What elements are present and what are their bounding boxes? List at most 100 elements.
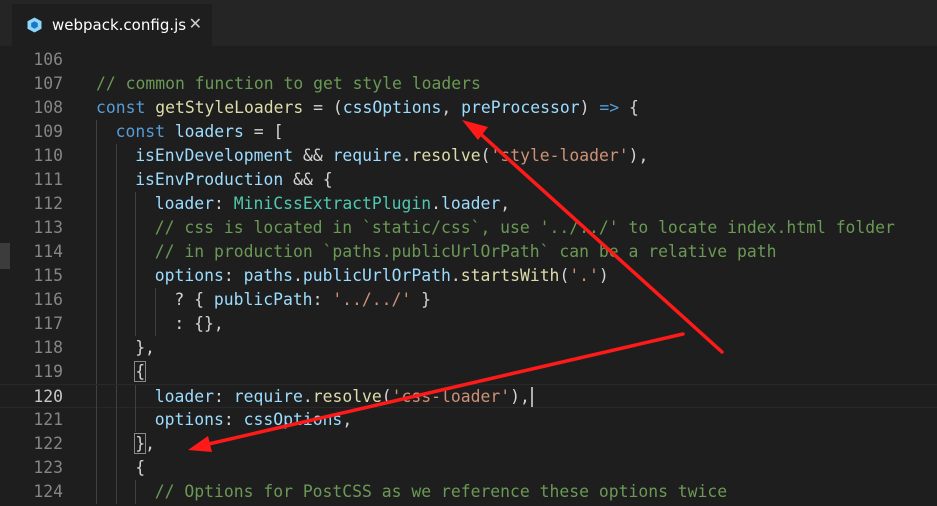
webpack-cube-icon xyxy=(26,17,42,33)
code-token: loader xyxy=(154,194,215,213)
code-token: , xyxy=(441,98,462,117)
code-token: . xyxy=(302,387,313,406)
close-icon[interactable]: ✕ xyxy=(189,15,202,33)
code-token: ( xyxy=(480,146,491,165)
indent-guide xyxy=(96,312,97,336)
indent-guide xyxy=(96,385,97,409)
code-token: preProcessor xyxy=(461,98,580,117)
code-token: { xyxy=(135,458,146,477)
code-line-111[interactable]: 111 isEnvProduction && { xyxy=(0,168,937,192)
code-line-110[interactable]: 110 isEnvDevelopment && require.resolve('… xyxy=(0,144,937,168)
line-number: 115 xyxy=(33,266,63,285)
indent-guide xyxy=(96,144,97,168)
code-token: ? { xyxy=(174,290,214,309)
code-text: { xyxy=(134,360,147,384)
indent-guide xyxy=(115,360,117,384)
indent-guide xyxy=(115,385,117,409)
tab-bar: webpack.config.js ✕ xyxy=(0,0,937,46)
line-number: 114 xyxy=(33,242,63,261)
code-line-124[interactable]: 124 // Options for PostCSS as we referenc… xyxy=(0,480,937,504)
indent-guide xyxy=(135,264,137,288)
line-number: 117 xyxy=(33,314,63,333)
indent-guide xyxy=(96,216,97,240)
code-line-112[interactable]: 112 loader: MiniCssExtractPlugin.loader, xyxy=(0,192,937,216)
code-text: options: paths.publicUrlOrPath.startsWit… xyxy=(155,264,609,288)
code-line-119[interactable]: 119 { xyxy=(0,360,937,384)
code-token: getStyleLoaders xyxy=(155,98,304,117)
code-text: // Options for PostCSS as we reference t… xyxy=(155,480,727,504)
code-token: MiniCssExtractPlugin xyxy=(233,194,432,213)
indent-guide xyxy=(115,216,117,240)
code-line-123[interactable]: 123 { xyxy=(0,456,937,480)
indent-guide xyxy=(135,480,137,504)
indent-guide xyxy=(135,192,137,216)
line-number: 118 xyxy=(33,338,63,357)
code-token: resolve xyxy=(312,387,382,406)
indent-guide xyxy=(135,408,137,432)
code-text: }, xyxy=(135,336,155,360)
code-line-107[interactable]: 107 // common function to get style loade… xyxy=(0,72,937,96)
comment-token: // in production `paths.publicUrlOrPath`… xyxy=(154,242,777,261)
indent-guide xyxy=(135,385,137,409)
indent-guide xyxy=(154,312,156,336)
indent-guide xyxy=(96,408,97,432)
code-editor[interactable]: 106 107 // common function to get style lo… xyxy=(0,46,937,506)
code-token: : xyxy=(312,290,333,309)
code-token: : xyxy=(223,410,244,429)
code-text: { xyxy=(135,456,145,480)
code-line-114[interactable]: 114 // in production `paths.publicUrlOrPa… xyxy=(0,240,937,264)
indent-guide xyxy=(96,288,97,312)
code-token: = [ xyxy=(243,122,284,141)
code-line-106[interactable]: 106 xyxy=(0,48,937,72)
code-line-117[interactable]: 117 : {}, xyxy=(0,312,937,336)
code-token: loader xyxy=(154,387,215,406)
code-line-108[interactable]: 108 const getStyleLoaders = (cssOptions, … xyxy=(0,96,937,120)
line-number: 120 xyxy=(33,387,63,406)
indent-guide xyxy=(115,456,117,480)
code-token: { xyxy=(619,98,639,117)
code-text: isEnvProduction && { xyxy=(135,168,332,192)
indent-guide xyxy=(115,432,117,456)
code-token: && xyxy=(293,146,333,165)
code-token: const xyxy=(96,98,146,117)
code-token: const xyxy=(115,122,165,141)
indent-guide xyxy=(115,336,117,360)
code-line-121[interactable]: 121 options: cssOptions, xyxy=(0,408,937,432)
code-token: cssOptions xyxy=(243,410,343,429)
code-line-116[interactable]: 116 ? { publicPath: '../../' } xyxy=(0,288,937,312)
code-line-122[interactable]: 122}, xyxy=(0,432,937,456)
code-token: : xyxy=(214,194,234,213)
code-line-115[interactable]: 115 options: paths.publicUrlOrPath.starts… xyxy=(0,264,937,288)
code-text: ? { publicPath: '../../' } xyxy=(174,288,431,312)
code-line-118[interactable]: 118}, xyxy=(0,336,937,360)
comment-token: // css is located in `static/css`, use '… xyxy=(154,218,895,237)
line-number: 124 xyxy=(33,482,63,501)
code-token: : {}, xyxy=(174,314,224,333)
code-line-113[interactable]: 113 // css is located in `static/css`, us… xyxy=(0,216,937,240)
code-token: . xyxy=(431,194,442,213)
code-token: require xyxy=(233,387,303,406)
tab-webpack-config[interactable]: webpack.config.js ✕ xyxy=(12,4,212,46)
code-token: loaders xyxy=(174,122,244,141)
code-line-109[interactable]: 109 const loaders = [ xyxy=(0,120,937,144)
indent-guide xyxy=(96,192,97,216)
line-number: 111 xyxy=(33,170,63,189)
indent-guide xyxy=(135,312,137,336)
code-token: loader xyxy=(441,194,501,213)
code-token: '../../' xyxy=(332,290,412,309)
code-token: , xyxy=(500,194,511,213)
code-line-120[interactable]: 120 loader: require.resolve('css-loader')… xyxy=(0,384,937,409)
indent-guide xyxy=(135,288,137,312)
code-token: : xyxy=(223,266,244,285)
indent-guide xyxy=(96,120,97,144)
code-token: options xyxy=(154,266,224,285)
code-token: startsWith xyxy=(460,266,560,285)
line-number: 112 xyxy=(33,194,63,213)
line-number: 116 xyxy=(33,290,63,309)
indent-guide xyxy=(115,192,117,216)
indent-guide xyxy=(96,360,97,384)
code-token: paths xyxy=(243,266,293,285)
indent-guide xyxy=(115,408,117,432)
